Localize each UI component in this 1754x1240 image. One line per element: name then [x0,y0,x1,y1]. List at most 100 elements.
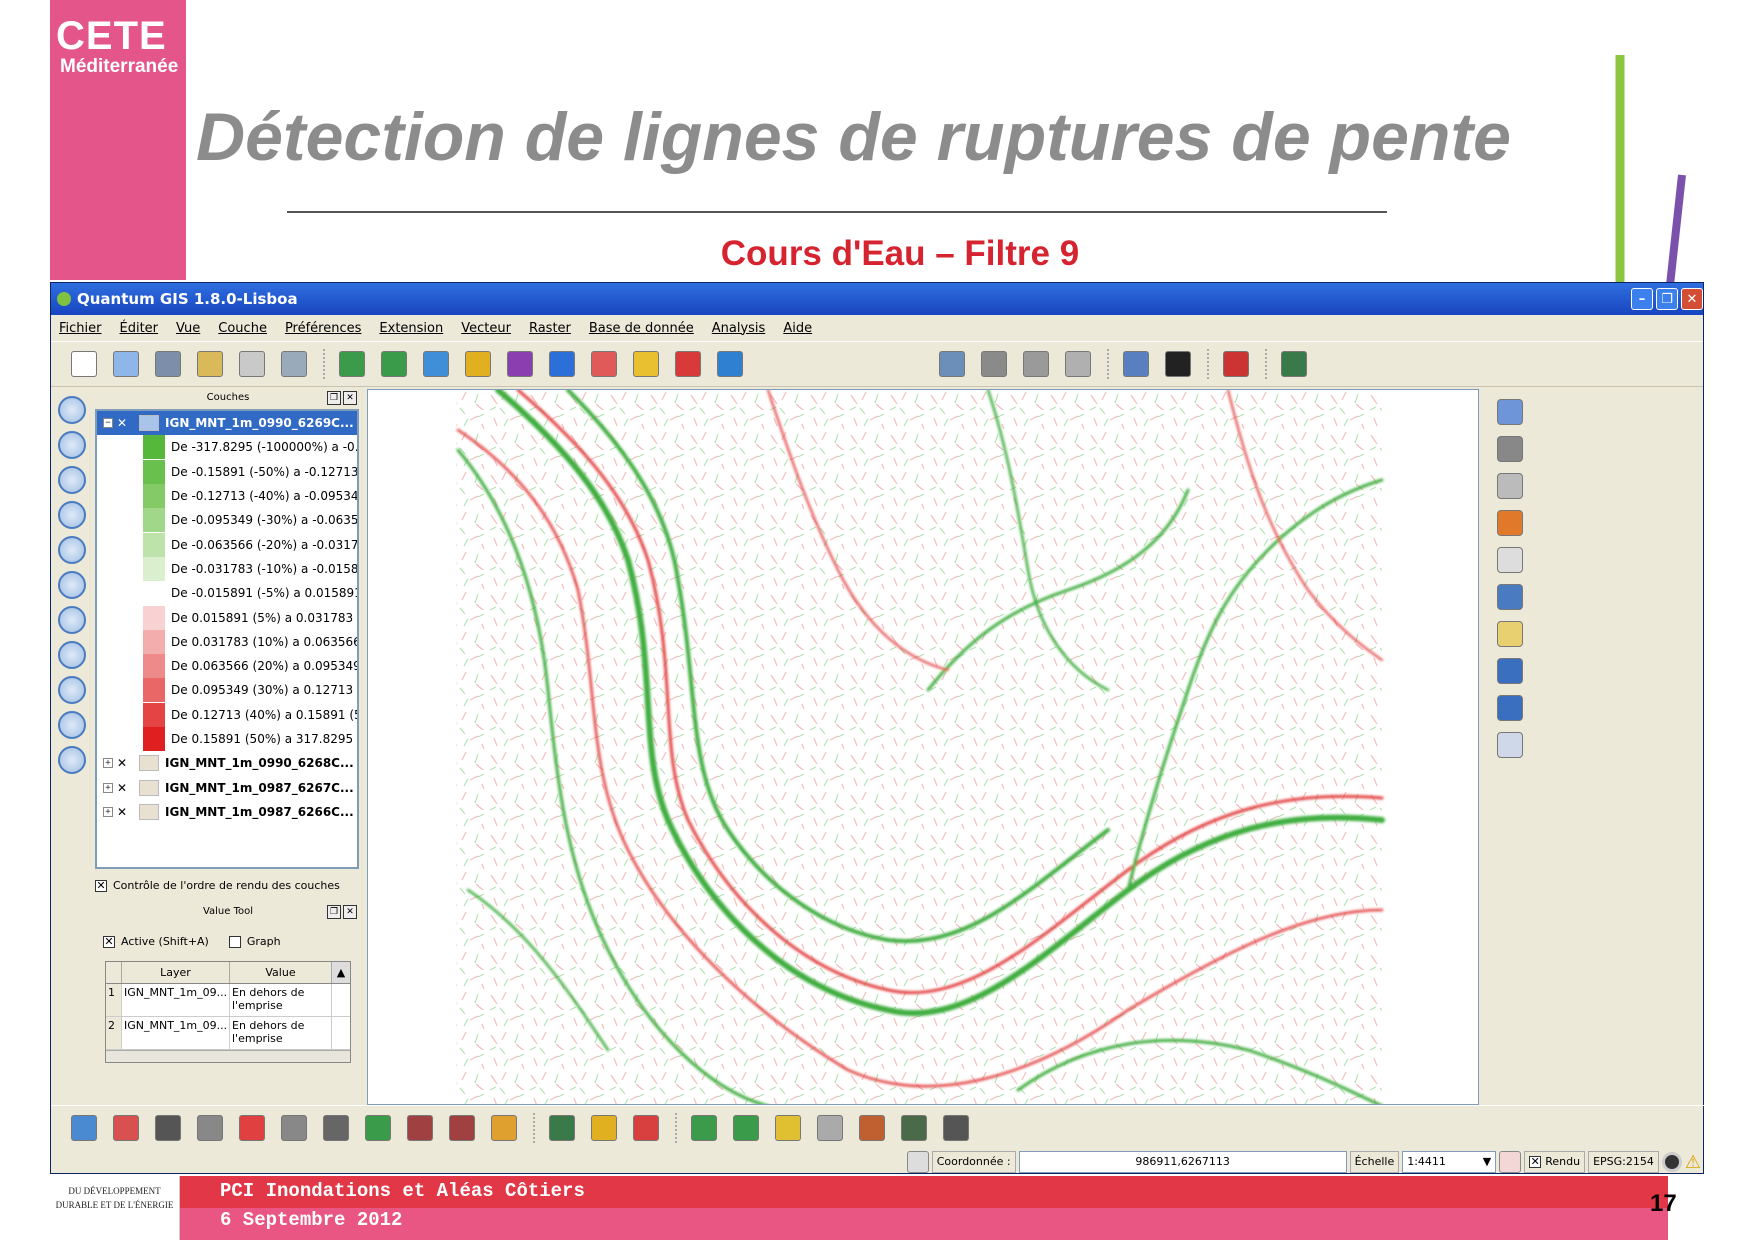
histogram-icon[interactable] [113,1114,139,1141]
menu-item[interactable]: Aide [783,321,812,336]
layer-item[interactable]: − ✕ IGN_MNT_1m_0990_6269C... [97,411,357,436]
expand-toggle-icon[interactable]: + [103,782,113,793]
layer-visibility-checkbox[interactable]: ✕ [117,806,129,818]
text-p2-icon[interactable] [239,1114,265,1141]
raster-e-icon[interactable] [733,1114,759,1141]
expand-toggle-icon[interactable]: − [103,418,113,429]
rotate-icon[interactable] [1023,351,1049,377]
menu-item[interactable]: Vecteur [461,321,511,336]
layer-properties-icon[interactable] [71,1114,97,1141]
active-checkbox[interactable]: ✕ [103,935,115,948]
render-order-option[interactable]: ✕ Contrôle de l'ordre de rendu des couch… [95,879,340,892]
layer-item[interactable]: + ✕ IGN_MNT_1m_0990_6268C... [97,751,357,775]
header-value[interactable]: Value [230,962,332,983]
close-button[interactable]: ✕ [1681,288,1703,310]
remove-layer-icon[interactable] [675,351,701,377]
map-canvas[interactable] [367,389,1479,1105]
close-icon[interactable]: ✕ [343,905,357,919]
menu-item[interactable]: Base de donnée [589,321,694,336]
minimize-button[interactable]: – [1631,288,1653,310]
print-icon[interactable] [281,351,307,377]
zoom-in-icon[interactable] [58,466,86,494]
refresh-icon[interactable] [58,746,86,774]
new-project-icon[interactable] [71,351,97,377]
open-project-icon[interactable] [113,351,139,377]
value-table[interactable]: Layer Value ▲ 1 IGN_MNT_1m_09... En deho… [105,961,351,1063]
add-wfs-icon[interactable] [549,351,575,377]
raster-a-icon[interactable] [549,1114,575,1141]
whats-this-icon[interactable] [1165,351,1191,377]
layer-tree[interactable]: − ✕ IGN_MNT_1m_0990_6269C... De -317.8295 (… [95,409,359,869]
layer-visibility-checkbox[interactable]: ✕ [117,417,129,429]
pan-to-selection-icon[interactable] [58,431,86,459]
header-layer[interactable]: Layer [122,962,230,983]
add-vector-icon[interactable] [339,351,365,377]
identify-icon[interactable] [1497,399,1523,425]
raster-j-icon[interactable] [943,1114,969,1141]
measure-icon[interactable] [1497,584,1523,610]
expand-toggle-icon[interactable]: + [103,806,113,817]
pan-icon[interactable] [58,396,86,424]
raster-c-icon[interactable] [633,1114,659,1141]
move-label-icon[interactable] [1065,351,1091,377]
terrain-icon[interactable] [365,1114,391,1141]
raster-g-icon[interactable] [817,1114,843,1141]
float-icon[interactable]: ❐ [327,905,341,919]
table-row[interactable]: 2 IGN_MNT_1m_09... En dehors de l'empris… [106,1017,350,1050]
zoom-layer-icon[interactable] [58,571,86,599]
add-wms-icon[interactable] [507,351,533,377]
menu-item[interactable]: Raster [529,321,571,336]
menu-item[interactable]: Extension [379,321,443,336]
zoom-actual-icon[interactable] [58,711,86,739]
table-row[interactable]: 1 IGN_MNT_1m_09... En dehors de l'empris… [106,984,350,1017]
text-annotation-icon[interactable] [1497,732,1523,758]
menu-item[interactable]: Analysis [712,321,766,336]
database-icon[interactable] [1281,351,1307,377]
map-tips-icon[interactable] [1497,621,1523,647]
menu-item[interactable]: Fichier [59,321,102,336]
stop-render-icon[interactable] [1499,1151,1522,1173]
scale-select[interactable]: 1:4411 ▼ [1402,1151,1497,1173]
layer-item[interactable]: + ✕ IGN_MNT_1m_0987_6266C... [97,800,357,824]
float-icon[interactable]: ❐ [327,391,341,405]
raster-d-icon[interactable] [691,1114,717,1141]
menu-item[interactable]: Préférences [285,321,361,336]
raster-b-icon[interactable] [591,1114,617,1141]
add-spatialite-icon[interactable] [465,351,491,377]
save-as-icon[interactable] [197,351,223,377]
render-order-checkbox[interactable]: ✕ [95,879,107,892]
raster-f-icon[interactable] [775,1114,801,1141]
gear-icon[interactable] [1497,436,1523,462]
raster-i-icon[interactable] [901,1114,927,1141]
menu-item[interactable]: Éditer [120,321,159,336]
deselect-icon[interactable] [1497,510,1523,536]
gps-icon[interactable] [281,1114,307,1141]
save-project-icon[interactable] [155,351,181,377]
warning-icon[interactable]: ⚠ [1685,1152,1701,1173]
horizontal-scrollbar[interactable] [106,1050,350,1062]
raster-h-icon[interactable] [859,1114,885,1141]
new-layer-icon[interactable] [633,351,659,377]
add-raster-icon[interactable] [381,351,407,377]
zoom-full-icon[interactable] [58,536,86,564]
digitize-a-icon[interactable] [407,1114,433,1141]
coordinate-toggle-icon[interactable] [906,1151,929,1173]
label-icon[interactable] [939,351,965,377]
coordinate-field[interactable]: 986911,6267113 [1018,1151,1347,1173]
edit-icon[interactable] [491,1114,517,1141]
restore-button[interactable]: ❐ [1656,288,1678,310]
add-wcs-icon[interactable] [717,351,743,377]
add-delimited-icon[interactable] [591,351,617,377]
scroll-up-icon[interactable]: ▲ [332,962,350,983]
attribute-table-icon[interactable] [1497,547,1523,573]
zoom-out-icon[interactable] [58,501,86,529]
crs-button[interactable]: EPSG:2154 [1588,1151,1659,1173]
node-tool-icon[interactable] [323,1114,349,1141]
menu-item[interactable]: Couche [218,321,267,336]
layer-visibility-checkbox[interactable]: ✕ [117,782,129,794]
render-toggle[interactable]: ✕ Rendu [1524,1151,1586,1173]
plugin-icon[interactable] [1123,351,1149,377]
graph-checkbox[interactable] [228,935,241,948]
select-icon[interactable] [1497,473,1523,499]
close-icon[interactable]: ✕ [343,391,357,405]
